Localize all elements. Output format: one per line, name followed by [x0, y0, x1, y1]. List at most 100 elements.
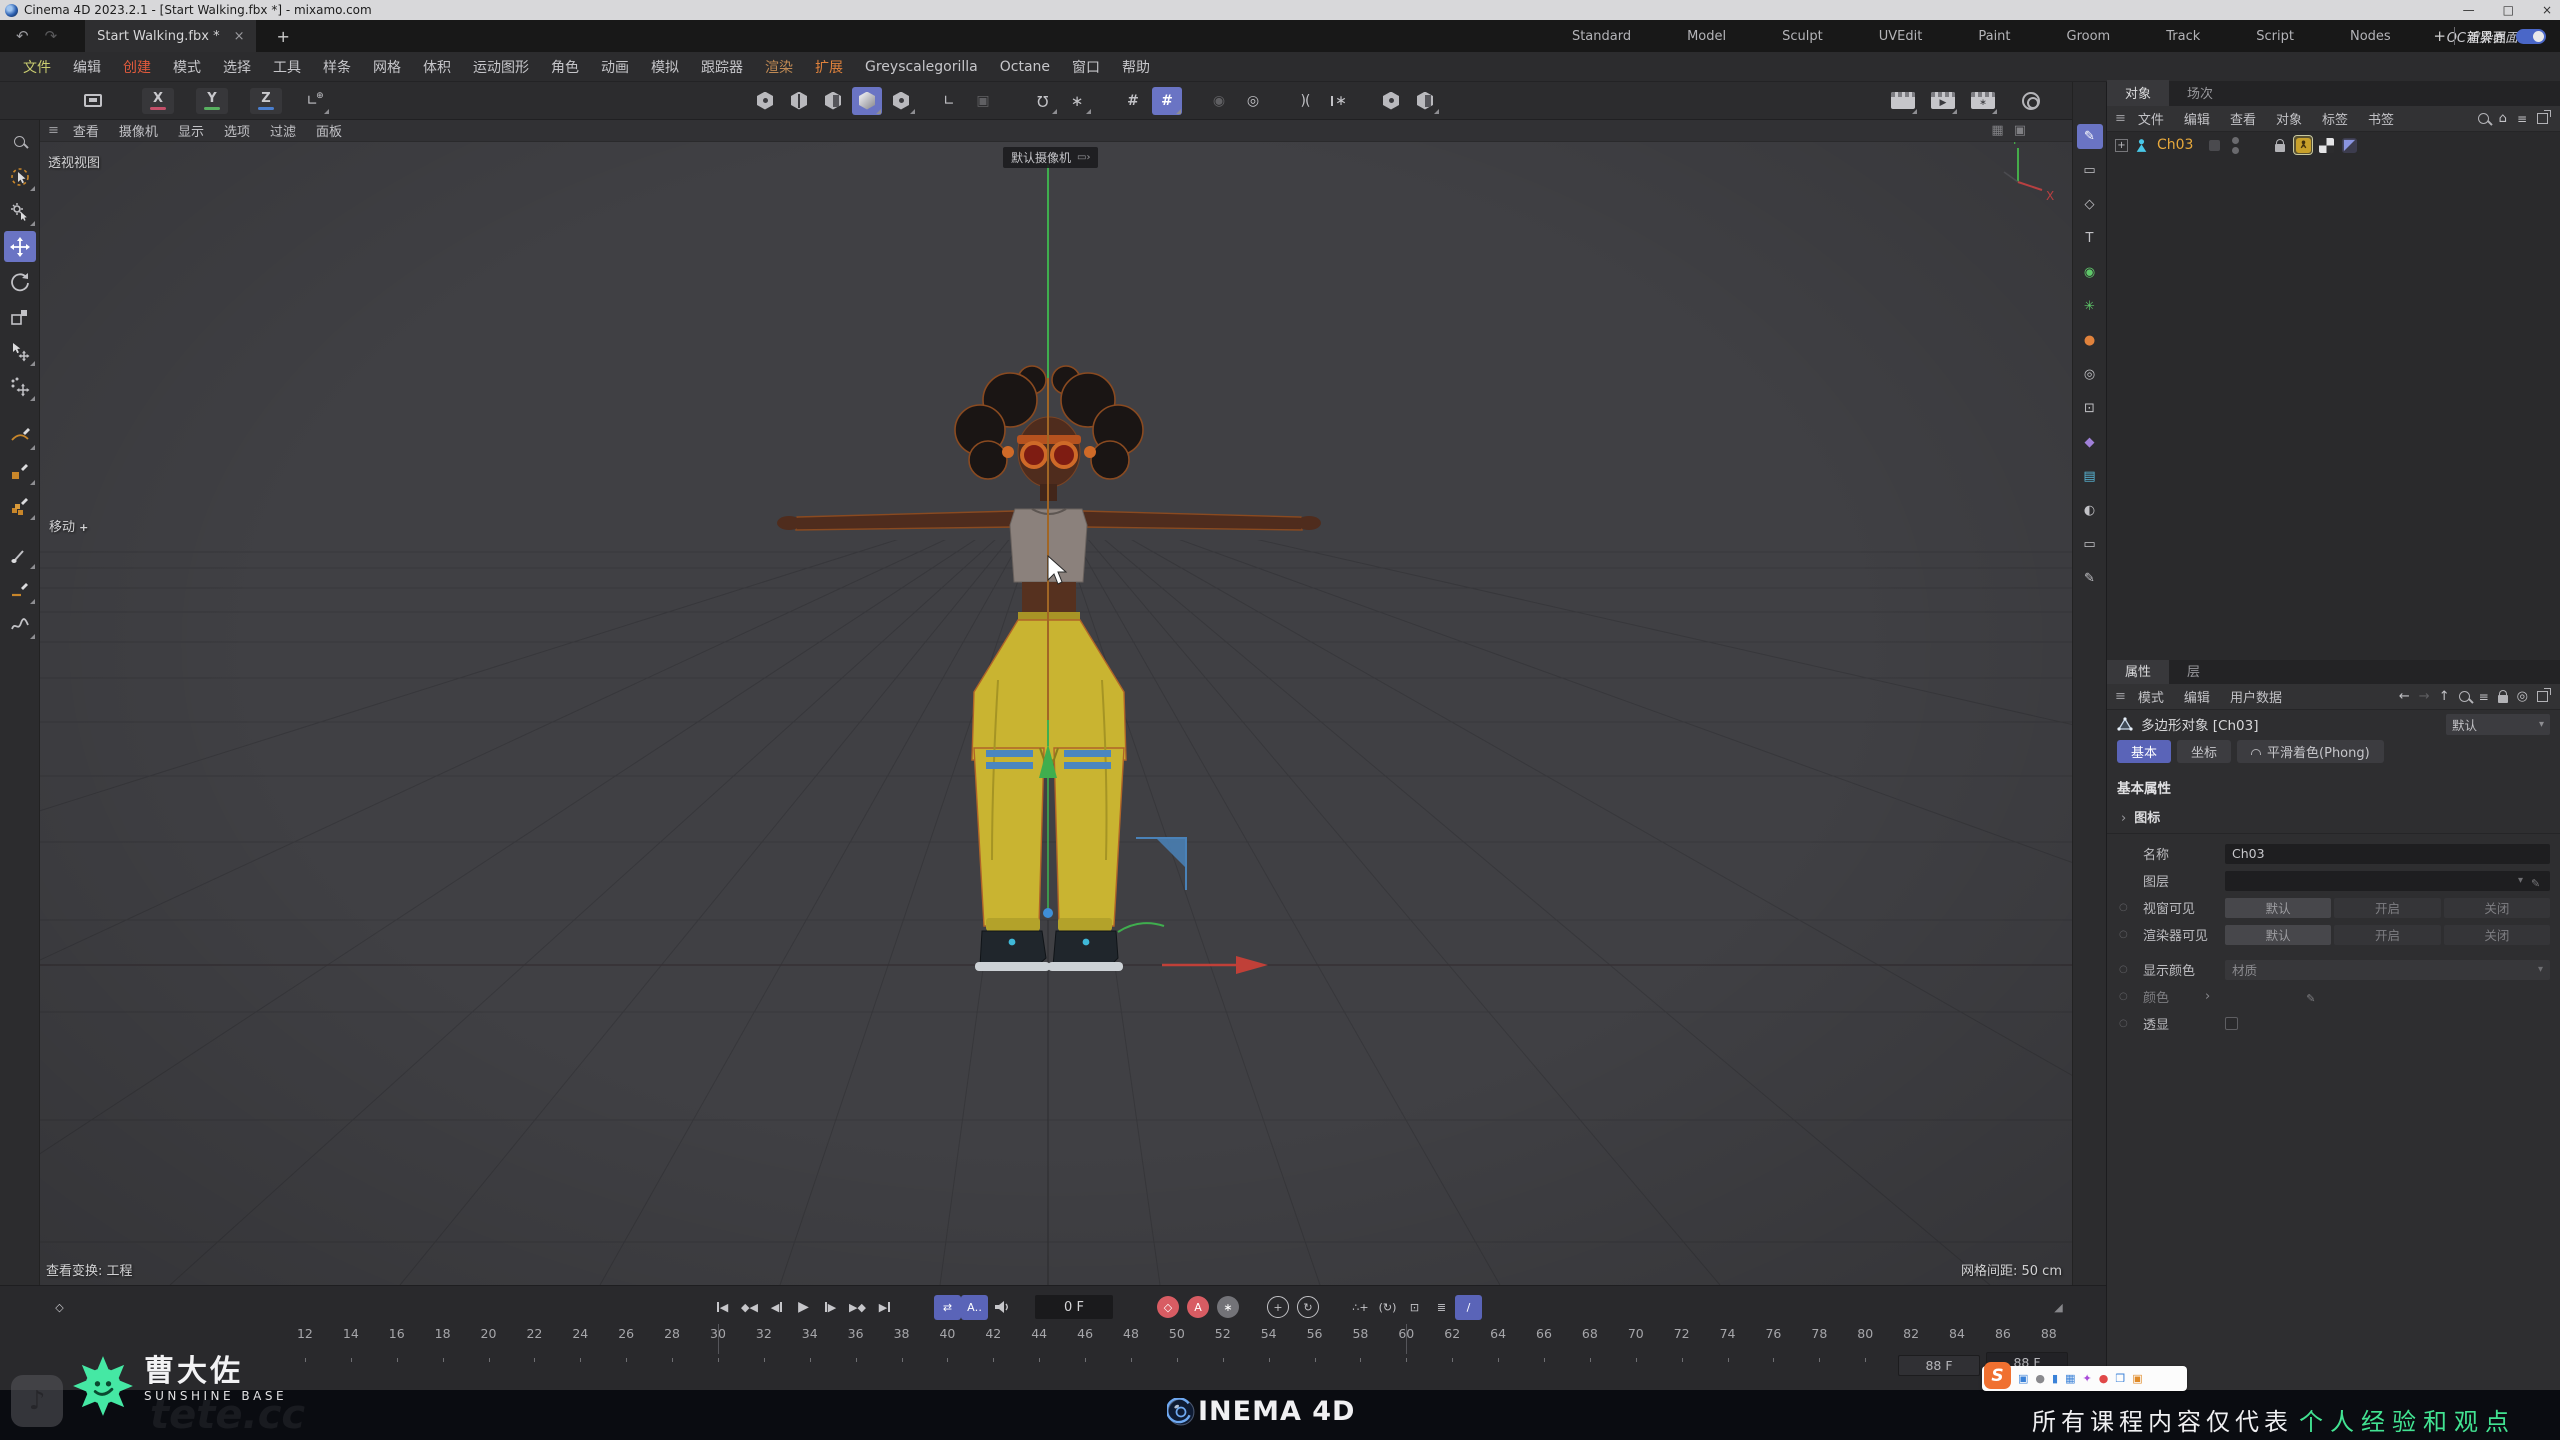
viewport-menu-item[interactable]: 选项 [214, 121, 260, 140]
recorder-keyboard-icon[interactable]: ▦ [2065, 1373, 2075, 1384]
menu-item[interactable]: 工具 [262, 57, 312, 77]
record-scale-icon[interactable]: ⊡ [1401, 1295, 1428, 1320]
symmetry-settings-icon[interactable]: ∗ [1324, 87, 1354, 115]
close-icon[interactable]: × [2542, 3, 2552, 17]
layer-picker-icon[interactable] [2531, 875, 2543, 887]
marker-icon[interactable]: ◇ [46, 1295, 73, 1320]
cursor-move-tool-icon[interactable] [4, 336, 36, 367]
spline-shape-pen-ic[interactable] [4, 455, 36, 486]
recorder-cam2-icon[interactable]: ▣ [2132, 1373, 2142, 1384]
layout-preset[interactable]: Nodes [2322, 29, 2419, 44]
record-pla-icon[interactable]: ≣ [1428, 1295, 1455, 1320]
layer-chip[interactable] [2209, 140, 2220, 151]
lock-z-axis-button[interactable]: Z [250, 88, 282, 114]
object-manager-menu-item[interactable]: 编辑 [2174, 109, 2220, 128]
layout-preset[interactable]: Script [2228, 29, 2322, 44]
menu-item[interactable]: 运动图形 [462, 57, 540, 77]
end-frame-field[interactable]: 88 F [1898, 1355, 1980, 1376]
layout-preset[interactable]: Sculpt [1754, 29, 1851, 44]
environment-icon[interactable]: ◐ [2077, 498, 2103, 523]
tab-objects[interactable]: 对象 [2107, 80, 2169, 106]
interactive-render-icon[interactable] [2016, 87, 2046, 115]
layout-preset[interactable]: Standard [1544, 29, 1659, 44]
display-tag-icon[interactable] [2340, 136, 2358, 154]
recorder-window-icon[interactable]: ❒ [2115, 1373, 2125, 1384]
tab-takes[interactable]: 场次 [2169, 80, 2231, 106]
icon-group-row[interactable]: ›图标 [2107, 801, 2560, 834]
axis-mode-icon[interactable]: ∟ [934, 87, 964, 115]
menu-item[interactable]: 编辑 [62, 57, 112, 77]
record-rotation-icon[interactable]: (↻) [1374, 1295, 1401, 1320]
dynamics-ball-icon[interactable]: ● [2077, 328, 2103, 353]
menu-item[interactable]: 选择 [212, 57, 262, 77]
snap-settings-icon[interactable]: ∗ [1062, 87, 1092, 115]
layout-preset[interactable]: UVEdit [1851, 29, 1951, 44]
tab-coordinates[interactable]: 坐标 [2177, 740, 2231, 763]
render-view-icon[interactable] [1888, 87, 1918, 115]
attribute-menu-item[interactable]: 编辑 [2174, 687, 2220, 706]
menu-item[interactable]: 动画 [590, 57, 640, 77]
layout-preset[interactable]: Track [2138, 29, 2228, 44]
next-frame-icon[interactable]: ▶ [817, 1295, 844, 1320]
perspective-viewport[interactable]: Y X ≡ 查看摄像机显示选项过滤面板 ▦ ▣ 透视视图 默认摄像机 ▭› 移动… [40, 120, 2072, 1285]
viewport-menu-item[interactable]: 过滤 [260, 121, 306, 140]
viewport-menu-item[interactable]: 显示 [168, 121, 214, 140]
previous-key-icon[interactable]: ◆◀ [736, 1295, 763, 1320]
attr-search-icon[interactable] [2459, 691, 2470, 702]
record-keyframe-icon[interactable]: ◇ [1157, 1296, 1179, 1318]
screen-icon[interactable]: ▭ [2077, 532, 2103, 557]
auto-mode-icon[interactable] [1410, 87, 1440, 115]
texture-tag-icon[interactable] [2317, 136, 2335, 154]
preset-dropdown[interactable]: 默认▾ [2446, 714, 2550, 735]
layout-preset[interactable]: Paint [1950, 29, 2038, 44]
undo-icon[interactable]: ↶ [16, 27, 29, 45]
next-key-icon[interactable]: ▶◆ [844, 1295, 871, 1320]
annotate-pencil-icon[interactable]: ✎ [2077, 566, 2103, 591]
history-forward-icon[interactable]: → [2419, 689, 2430, 704]
go-up-icon[interactable]: ↑ [2439, 689, 2450, 704]
menu-item[interactable]: 样条 [312, 57, 362, 77]
autokey-range-icon[interactable]: A‥ [961, 1295, 988, 1320]
tab-attributes[interactable]: 属性 [2107, 658, 2169, 684]
modeling-settings-icon[interactable]: ◎ [1238, 87, 1268, 115]
scale-tool-icon[interactable] [4, 301, 36, 332]
quantize-lock-icon[interactable]: # [1152, 87, 1182, 115]
text-tool-icon[interactable]: T [2077, 226, 2103, 251]
cube-tool-icon[interactable]: ◇ [2077, 192, 2103, 217]
history-back-icon[interactable]: ← [2399, 689, 2410, 704]
record-position-icon[interactable]: ∴+ [1347, 1295, 1374, 1320]
camera-selector[interactable]: 默认摄像机 ▭› [1003, 147, 1098, 168]
tab-basic[interactable]: 基本 [2117, 740, 2171, 763]
viewport-menu-item[interactable]: 面板 [306, 121, 352, 140]
object-row-ch03[interactable]: + Ch03 [2107, 132, 2560, 158]
previous-frame-icon[interactable]: ◀ [763, 1295, 790, 1320]
motion-tag-icon[interactable] [2294, 136, 2312, 154]
quantize-grid-icon[interactable]: # [1118, 87, 1148, 115]
tab-phong[interactable]: 平滑着色(Phong) [2237, 740, 2384, 763]
brush-tool-icon[interactable] [4, 539, 36, 570]
rotate-tool-icon[interactable] [4, 266, 36, 297]
attribute-menu-item[interactable]: 用户数据 [2220, 687, 2292, 706]
menu-item[interactable]: 跟踪器 [690, 57, 754, 77]
viewport-menu-icon[interactable]: ≡ [48, 123, 59, 138]
tab-close-icon[interactable]: × [234, 29, 245, 44]
attr-filter-icon[interactable]: ≡ [2479, 690, 2489, 704]
visibility-option[interactable]: 默认 [2225, 898, 2331, 918]
lock-x-axis-button[interactable]: X [142, 88, 174, 114]
points-mode-icon[interactable] [750, 87, 780, 115]
sketch-tool-icon[interactable] [4, 609, 36, 640]
new-ui-label[interactable]: 新界面 [2467, 27, 2506, 46]
menu-item[interactable]: 帮助 [1111, 57, 1161, 77]
xray-checkbox[interactable] [2225, 1017, 2238, 1030]
display-color-dropdown[interactable]: 材质▾ [2225, 960, 2550, 980]
frame-ruler[interactable]: 1214161820222426283032343638404244464850… [282, 1326, 2072, 1356]
go-to-end-icon[interactable]: ▶ [871, 1295, 898, 1320]
current-frame-field[interactable]: 0 F [1035, 1295, 1113, 1319]
keyframe-selection-icon[interactable]: / [1455, 1295, 1482, 1320]
timeline-expand-icon[interactable]: ◢ [2045, 1295, 2072, 1320]
add-layout-button[interactable]: + [2433, 27, 2446, 45]
recorder-logo-icon[interactable]: S [1984, 1362, 2011, 1389]
mograph-sphere-icon[interactable]: ◉ [2077, 260, 2103, 285]
menu-item[interactable]: 模式 [162, 57, 212, 77]
om-home-icon[interactable]: ⌂ [2499, 111, 2507, 126]
